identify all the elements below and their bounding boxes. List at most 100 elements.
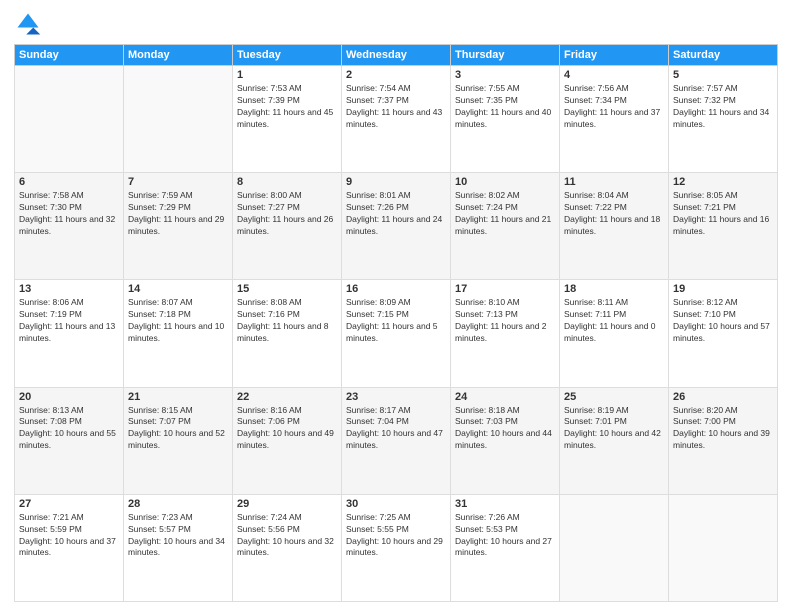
day-number: 25 — [564, 391, 664, 403]
calendar-cell: 27 Sunrise: 7:21 AM Sunset: 5:59 PM Dayli… — [15, 494, 124, 601]
day-number: 10 — [455, 176, 555, 188]
day-number: 1 — [237, 69, 337, 81]
calendar-cell — [560, 494, 669, 601]
calendar-cell: 3Sunrise: 7:55 AM Sunset: 7:35 PM Daylig… — [451, 66, 560, 173]
calendar-cell: 24Sunrise: 8:18 AM Sunset: 7:03 PM Dayli… — [451, 387, 560, 494]
day-number: 13 — [19, 283, 119, 295]
calendar-cell: 28Sunrise: 7:23 AM Sunset: 5:57 PM Dayli… — [124, 494, 233, 601]
day-number: 7 — [128, 176, 228, 188]
day-info: Sunrise: 8:12 AM Sunset: 7:10 PM Dayligh… — [673, 297, 773, 345]
day-number: 4 — [564, 69, 664, 81]
day-info: Sunrise: 8:11 AM Sunset: 7:11 PM Dayligh… — [564, 297, 664, 345]
day-number: 19 — [673, 283, 773, 295]
calendar-cell: 25 Sunrise: 8:19 AM Sunset: 7:01 PM Dayli… — [560, 387, 669, 494]
day-number: 29 — [237, 498, 337, 510]
day-info: Sunrise: 8:19 AM Sunset: 7:01 PM Dayligh… — [564, 405, 664, 453]
calendar-cell — [124, 66, 233, 173]
day-number: 6 — [19, 176, 119, 188]
calendar-cell: 30 Sunrise: 7:25 AM Sunset: 5:55 PM Dayli… — [342, 494, 451, 601]
day-number: 5 — [673, 69, 773, 81]
day-number: 30 — [346, 498, 446, 510]
day-number: 23 — [346, 391, 446, 403]
calendar-cell: 26 Sunrise: 8:20 AM Sunset: 7:00 PM Dayli… — [669, 387, 778, 494]
calendar-cell: 31 Sunrise: 7:26 AM Sunset: 5:53 PM Dayli… — [451, 494, 560, 601]
day-info: Sunrise: 7:55 AM Sunset: 7:35 PM Dayligh… — [455, 83, 555, 131]
day-number: 2 — [346, 69, 446, 81]
calendar-cell: 16 Sunrise: 8:09 AM Sunset: 7:15 PM Dayli… — [342, 280, 451, 387]
calendar-cell: 23Sunrise: 8:17 AM Sunset: 7:04 PM Dayli… — [342, 387, 451, 494]
header-wednesday: Wednesday — [342, 45, 451, 66]
calendar-cell: 18 Sunrise: 8:11 AM Sunset: 7:11 PM Dayli… — [560, 280, 669, 387]
calendar-cell: 14 Sunrise: 8:07 AM Sunset: 7:18 PM Dayli… — [124, 280, 233, 387]
header-sunday: Sunday — [15, 45, 124, 66]
header-saturday: Saturday — [669, 45, 778, 66]
calendar-cell: 19 Sunrise: 8:12 AM Sunset: 7:10 PM Dayli… — [669, 280, 778, 387]
day-number: 18 — [564, 283, 664, 295]
calendar-cell: 8 Sunrise: 8:00 AM Sunset: 7:27 PM Daylig… — [233, 173, 342, 280]
header — [14, 10, 778, 38]
calendar-cell: 9Sunrise: 8:01 AM Sunset: 7:26 PM Daylig… — [342, 173, 451, 280]
day-number: 31 — [455, 498, 555, 510]
day-number: 17 — [455, 283, 555, 295]
day-info: Sunrise: 7:25 AM Sunset: 5:55 PM Dayligh… — [346, 512, 446, 560]
day-info: Sunrise: 8:18 AM Sunset: 7:03 PM Dayligh… — [455, 405, 555, 453]
page: Sunday Monday Tuesday Wednesday Thursday… — [0, 0, 792, 612]
day-info: Sunrise: 8:16 AM Sunset: 7:06 PM Dayligh… — [237, 405, 337, 453]
calendar-cell: 15Sunrise: 8:08 AM Sunset: 7:16 PM Dayli… — [233, 280, 342, 387]
day-number: 11 — [564, 176, 664, 188]
calendar-header-row: Sunday Monday Tuesday Wednesday Thursday… — [15, 45, 778, 66]
day-number: 28 — [128, 498, 228, 510]
header-thursday: Thursday — [451, 45, 560, 66]
calendar-week-row: 13 Sunrise: 8:06 AM Sunset: 7:19 PM Dayli… — [15, 280, 778, 387]
calendar-week-row: 6 Sunrise: 7:58 AM Sunset: 7:30 PM Daylig… — [15, 173, 778, 280]
day-info: Sunrise: 7:59 AM Sunset: 7:29 PM Dayligh… — [128, 190, 228, 238]
day-info: Sunrise: 8:02 AM Sunset: 7:24 PM Dayligh… — [455, 190, 555, 238]
calendar-cell: 1 Sunrise: 7:53 AM Sunset: 7:39 PM Daylig… — [233, 66, 342, 173]
day-number: 26 — [673, 391, 773, 403]
day-info: Sunrise: 8:09 AM Sunset: 7:15 PM Dayligh… — [346, 297, 446, 345]
day-info: Sunrise: 8:20 AM Sunset: 7:00 PM Dayligh… — [673, 405, 773, 453]
day-number: 16 — [346, 283, 446, 295]
calendar-cell: 20 Sunrise: 8:13 AM Sunset: 7:08 PM Dayli… — [15, 387, 124, 494]
day-info: Sunrise: 7:24 AM Sunset: 5:56 PM Dayligh… — [237, 512, 337, 560]
day-info: Sunrise: 8:15 AM Sunset: 7:07 PM Dayligh… — [128, 405, 228, 453]
day-info: Sunrise: 7:54 AM Sunset: 7:37 PM Dayligh… — [346, 83, 446, 131]
day-info: Sunrise: 7:53 AM Sunset: 7:39 PM Dayligh… — [237, 83, 337, 131]
day-info: Sunrise: 8:06 AM Sunset: 7:19 PM Dayligh… — [19, 297, 119, 345]
day-number: 20 — [19, 391, 119, 403]
calendar-cell: 17Sunrise: 8:10 AM Sunset: 7:13 PM Dayli… — [451, 280, 560, 387]
day-info: Sunrise: 7:56 AM Sunset: 7:34 PM Dayligh… — [564, 83, 664, 131]
day-number: 27 — [19, 498, 119, 510]
day-info: Sunrise: 8:07 AM Sunset: 7:18 PM Dayligh… — [128, 297, 228, 345]
calendar-cell: 2 Sunrise: 7:54 AM Sunset: 7:37 PM Daylig… — [342, 66, 451, 173]
calendar-cell: 11 Sunrise: 8:04 AM Sunset: 7:22 PM Dayli… — [560, 173, 669, 280]
calendar-week-row: 1 Sunrise: 7:53 AM Sunset: 7:39 PM Daylig… — [15, 66, 778, 173]
day-info: Sunrise: 8:08 AM Sunset: 7:16 PM Dayligh… — [237, 297, 337, 345]
day-number: 21 — [128, 391, 228, 403]
day-info: Sunrise: 7:21 AM Sunset: 5:59 PM Dayligh… — [19, 512, 119, 560]
day-info: Sunrise: 7:26 AM Sunset: 5:53 PM Dayligh… — [455, 512, 555, 560]
calendar-cell: 5Sunrise: 7:57 AM Sunset: 7:32 PM Daylig… — [669, 66, 778, 173]
calendar-cell: 22Sunrise: 8:16 AM Sunset: 7:06 PM Dayli… — [233, 387, 342, 494]
logo — [14, 10, 46, 38]
day-info: Sunrise: 8:04 AM Sunset: 7:22 PM Dayligh… — [564, 190, 664, 238]
header-tuesday: Tuesday — [233, 45, 342, 66]
calendar-cell: 7 Sunrise: 7:59 AM Sunset: 7:29 PM Daylig… — [124, 173, 233, 280]
calendar-week-row: 20 Sunrise: 8:13 AM Sunset: 7:08 PM Dayli… — [15, 387, 778, 494]
day-number: 12 — [673, 176, 773, 188]
calendar-cell: 10 Sunrise: 8:02 AM Sunset: 7:24 PM Dayli… — [451, 173, 560, 280]
day-number: 14 — [128, 283, 228, 295]
calendar-cell: 12 Sunrise: 8:05 AM Sunset: 7:21 PM Dayli… — [669, 173, 778, 280]
day-info: Sunrise: 8:05 AM Sunset: 7:21 PM Dayligh… — [673, 190, 773, 238]
day-info: Sunrise: 7:58 AM Sunset: 7:30 PM Dayligh… — [19, 190, 119, 238]
calendar-cell: 4 Sunrise: 7:56 AM Sunset: 7:34 PM Daylig… — [560, 66, 669, 173]
calendar-week-row: 27 Sunrise: 7:21 AM Sunset: 5:59 PM Dayli… — [15, 494, 778, 601]
day-info: Sunrise: 8:00 AM Sunset: 7:27 PM Dayligh… — [237, 190, 337, 238]
header-friday: Friday — [560, 45, 669, 66]
day-info: Sunrise: 8:13 AM Sunset: 7:08 PM Dayligh… — [19, 405, 119, 453]
day-number: 9 — [346, 176, 446, 188]
day-number: 8 — [237, 176, 337, 188]
calendar-cell: 21 Sunrise: 8:15 AM Sunset: 7:07 PM Dayli… — [124, 387, 233, 494]
calendar-cell: 29 Sunrise: 7:24 AM Sunset: 5:56 PM Dayli… — [233, 494, 342, 601]
calendar-cell — [15, 66, 124, 173]
